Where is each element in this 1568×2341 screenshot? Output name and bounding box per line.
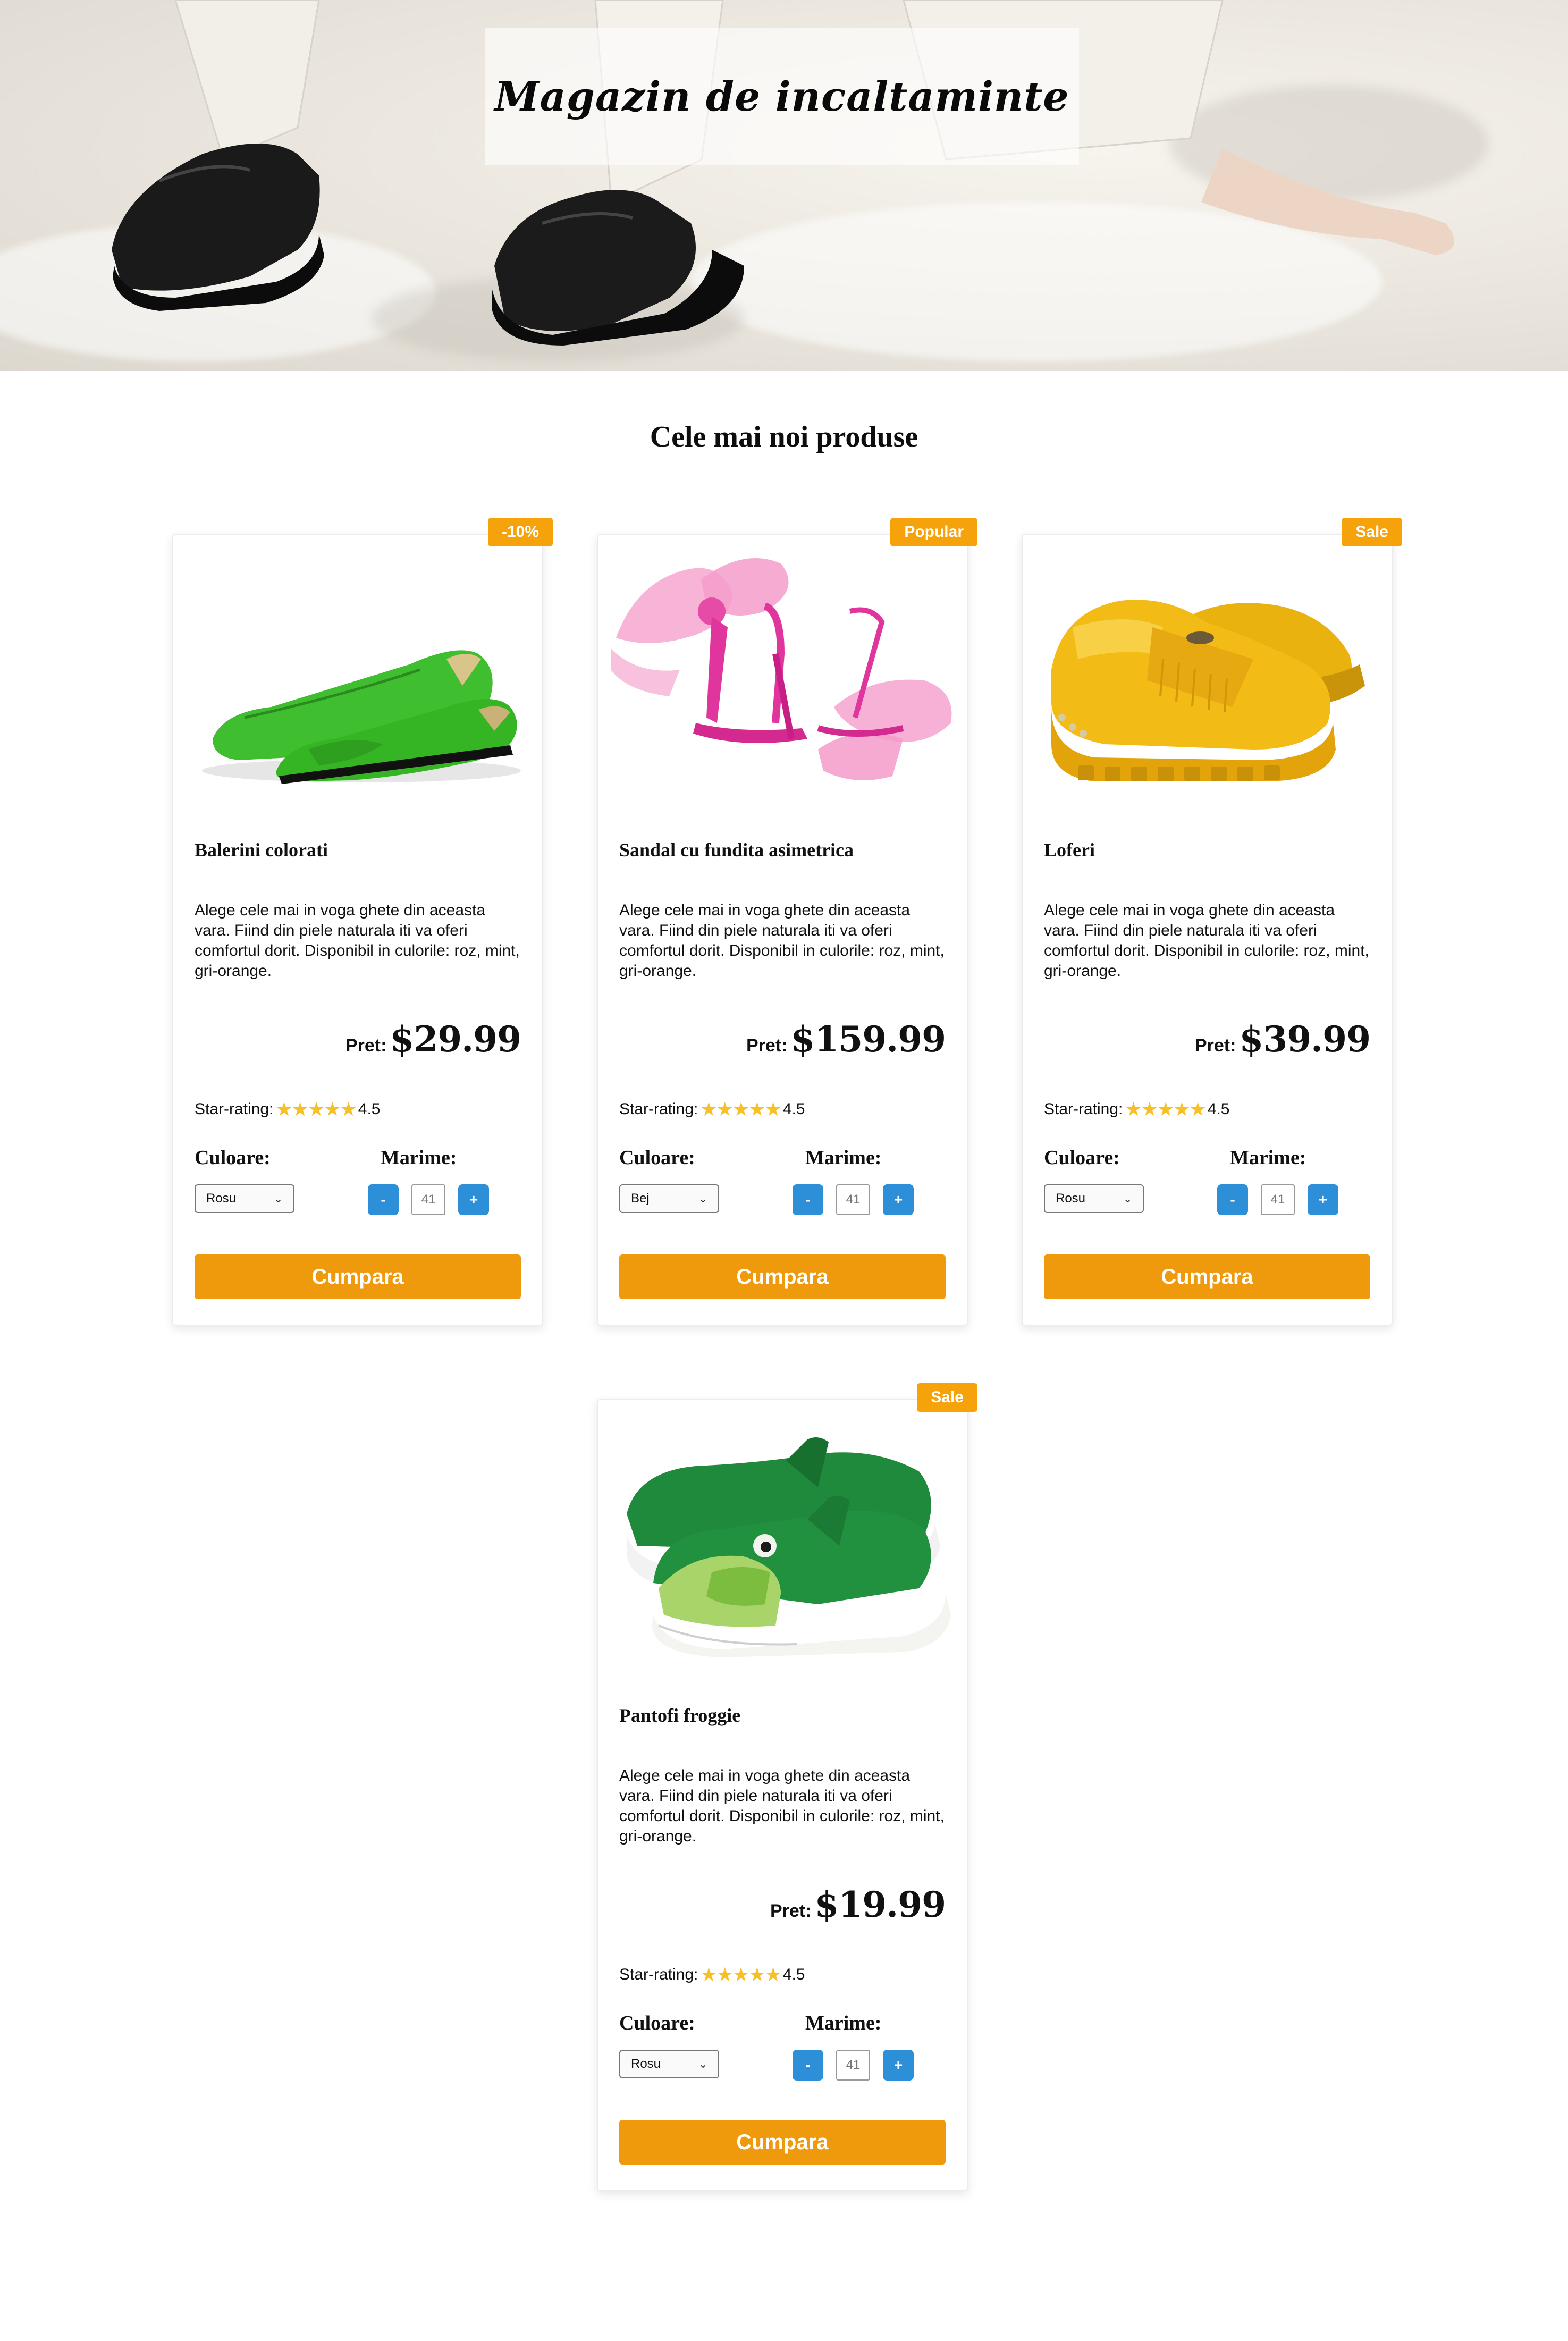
frog-kids-shoes-image-icon: [627, 1437, 951, 1657]
rating-label: Star-rating:: [1044, 1100, 1123, 1118]
sale-badge: Sale: [917, 1383, 977, 1412]
product-description: Alege cele mai in voga ghete din aceasta…: [195, 902, 520, 980]
size-increase-button[interactable]: +: [883, 1184, 914, 1215]
discount-badge: -10%: [487, 518, 553, 546]
star-icons: ★★★★★: [1125, 1098, 1206, 1120]
size-decrease-button[interactable]: -: [1217, 1184, 1248, 1215]
color-select-value: Rosu: [1056, 1191, 1086, 1206]
size-input[interactable]: 41: [836, 1184, 870, 1215]
rating-label: Star-rating:: [619, 1100, 698, 1118]
star-icons: ★★★★★: [700, 1964, 781, 1985]
color-label: Culoare:: [195, 1147, 271, 1169]
star-icons: ★★★★★: [700, 1098, 781, 1120]
color-select[interactable]: Rosu ⌄: [195, 1184, 294, 1213]
buy-button[interactable]: Cumpara: [619, 1254, 946, 1299]
size-increase-button[interactable]: +: [458, 1184, 489, 1215]
chevron-down-icon: ⌄: [1123, 1193, 1132, 1205]
popular-badge: Popular: [890, 518, 977, 546]
product-price: Pret:$39.99: [1194, 1018, 1371, 1060]
product-description: Alege cele mai in voga ghete din aceasta…: [619, 902, 945, 980]
size-input[interactable]: 41: [836, 2050, 870, 2081]
star-icons: ★★★★★: [275, 1098, 357, 1120]
price-label: Pret:: [746, 1035, 788, 1056]
rating-value: 4.5: [782, 1100, 805, 1118]
color-select-value: Rosu: [206, 1191, 237, 1206]
product-price: Pret:$19.99: [770, 1884, 946, 1925]
chevron-down-icon: ⌄: [698, 2058, 707, 2070]
product-name: Sandal cu fundita asimetrica: [619, 839, 854, 861]
size-label: Marime:: [805, 2012, 882, 2034]
green-ballet-flats-image-icon: [202, 650, 521, 784]
color-select-value: Rosu: [631, 2057, 661, 2071]
color-label: Culoare:: [619, 1147, 695, 1169]
product-name: Pantofi froggie: [619, 1705, 741, 1726]
section-title: Cele mai noi produse: [650, 420, 918, 453]
color-select[interactable]: Bej ⌄: [619, 1184, 719, 1213]
rating-label: Star-rating:: [619, 1966, 698, 1983]
size-decrease-button[interactable]: -: [368, 1184, 399, 1215]
size-label: Marime:: [1230, 1147, 1306, 1169]
color-label: Culoare:: [1044, 1147, 1120, 1169]
size-decrease-button[interactable]: -: [793, 1184, 823, 1215]
product-description: Alege cele mai in voga ghete din aceasta…: [1044, 902, 1369, 980]
product-card: Sale Loferi Alege cele mai in voga ghete…: [1022, 518, 1402, 1326]
price-label: Pret:: [1194, 1035, 1236, 1056]
size-label: Marime:: [805, 1147, 882, 1169]
chevron-down-icon: ⌄: [698, 1193, 707, 1205]
pink-bow-sandals-image-icon: [611, 558, 952, 780]
color-select[interactable]: Rosu ⌄: [1044, 1184, 1144, 1213]
rating-value: 4.5: [1207, 1100, 1230, 1118]
star-rating: Star-rating: ★★★★★ 4.5: [619, 1964, 805, 1986]
price-label: Pret:: [770, 1901, 812, 1921]
star-rating: Star-rating: ★★★★★ 4.5: [619, 1098, 805, 1121]
product-price: Pret:$159.99: [746, 1018, 946, 1060]
hero-banner: Magazin de incaltaminte: [0, 0, 1568, 371]
price-label: Pret:: [345, 1035, 387, 1056]
size-decrease-button[interactable]: -: [793, 2050, 823, 2081]
star-rating: Star-rating: ★★★★★ 4.5: [1044, 1098, 1229, 1121]
product-name: Loferi: [1044, 839, 1095, 861]
rating-value: 4.5: [358, 1100, 381, 1118]
size-input[interactable]: 41: [1261, 1184, 1295, 1215]
color-select-value: Bej: [631, 1191, 650, 1206]
size-increase-button[interactable]: +: [883, 2050, 914, 2081]
price-value: $159.99: [790, 1018, 946, 1060]
size-increase-button[interactable]: +: [1308, 1184, 1338, 1215]
rating-label: Star-rating:: [195, 1100, 274, 1118]
price-value: $39.99: [1239, 1018, 1371, 1060]
product-description: Alege cele mai in voga ghete din aceasta…: [619, 1767, 945, 1845]
star-rating: Star-rating: ★★★★★ 4.5: [195, 1098, 380, 1121]
hero-title: Magazin de incaltaminte: [494, 72, 1069, 120]
sale-badge: Sale: [1342, 518, 1402, 546]
buy-button[interactable]: Cumpara: [195, 1254, 521, 1299]
rating-value: 4.5: [782, 1966, 805, 1983]
yellow-loafers-image-icon: [1051, 600, 1365, 781]
price-value: $29.99: [390, 1018, 521, 1060]
product-card: Popular Sandal cu fundita asimetrica Ale…: [597, 518, 977, 1326]
product-price: Pret:$29.99: [345, 1018, 521, 1060]
product-card: Sale Pantofi froggie Alege cele mai in v…: [597, 1383, 977, 2191]
buy-button[interactable]: Cumpara: [1044, 1254, 1370, 1299]
product-name: Balerini colorati: [195, 839, 328, 861]
size-label: Marime:: [381, 1147, 457, 1169]
hero-title-box: Magazin de incaltaminte: [485, 28, 1079, 165]
size-input[interactable]: 41: [411, 1184, 445, 1215]
color-label: Culoare:: [619, 2012, 695, 2034]
chevron-down-icon: ⌄: [274, 1193, 283, 1205]
buy-button[interactable]: Cumpara: [619, 2120, 946, 2165]
color-select[interactable]: Rosu ⌄: [619, 2050, 719, 2078]
product-card: -10% Balerini colorati Alege cele mai in…: [172, 518, 553, 1326]
price-value: $19.99: [814, 1884, 946, 1925]
